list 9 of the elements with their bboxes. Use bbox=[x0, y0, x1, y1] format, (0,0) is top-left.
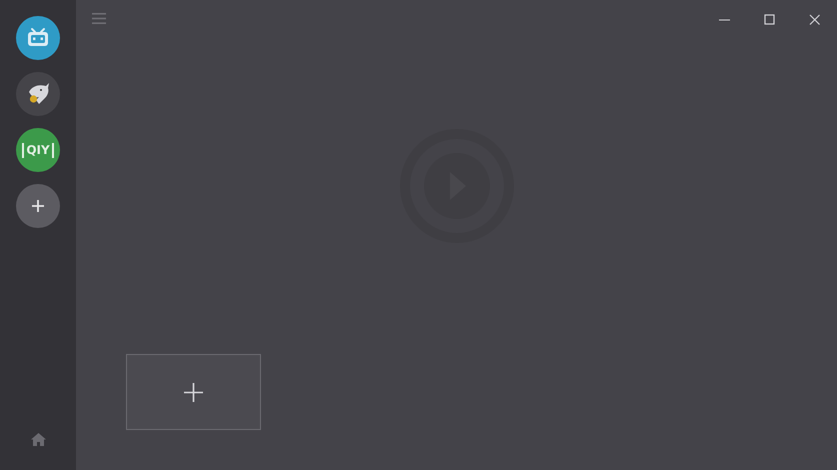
plus-icon bbox=[184, 382, 203, 402]
tv-icon[interactable] bbox=[16, 16, 60, 60]
add-tile[interactable] bbox=[126, 354, 261, 430]
logo-button[interactable]: QIY bbox=[16, 128, 60, 172]
maximize-icon[interactable] bbox=[764, 14, 775, 24]
close-icon[interactable] bbox=[809, 14, 820, 24]
home-icon[interactable] bbox=[30, 433, 46, 446]
bird-icon[interactable] bbox=[16, 72, 60, 116]
add-icon[interactable] bbox=[16, 184, 60, 228]
